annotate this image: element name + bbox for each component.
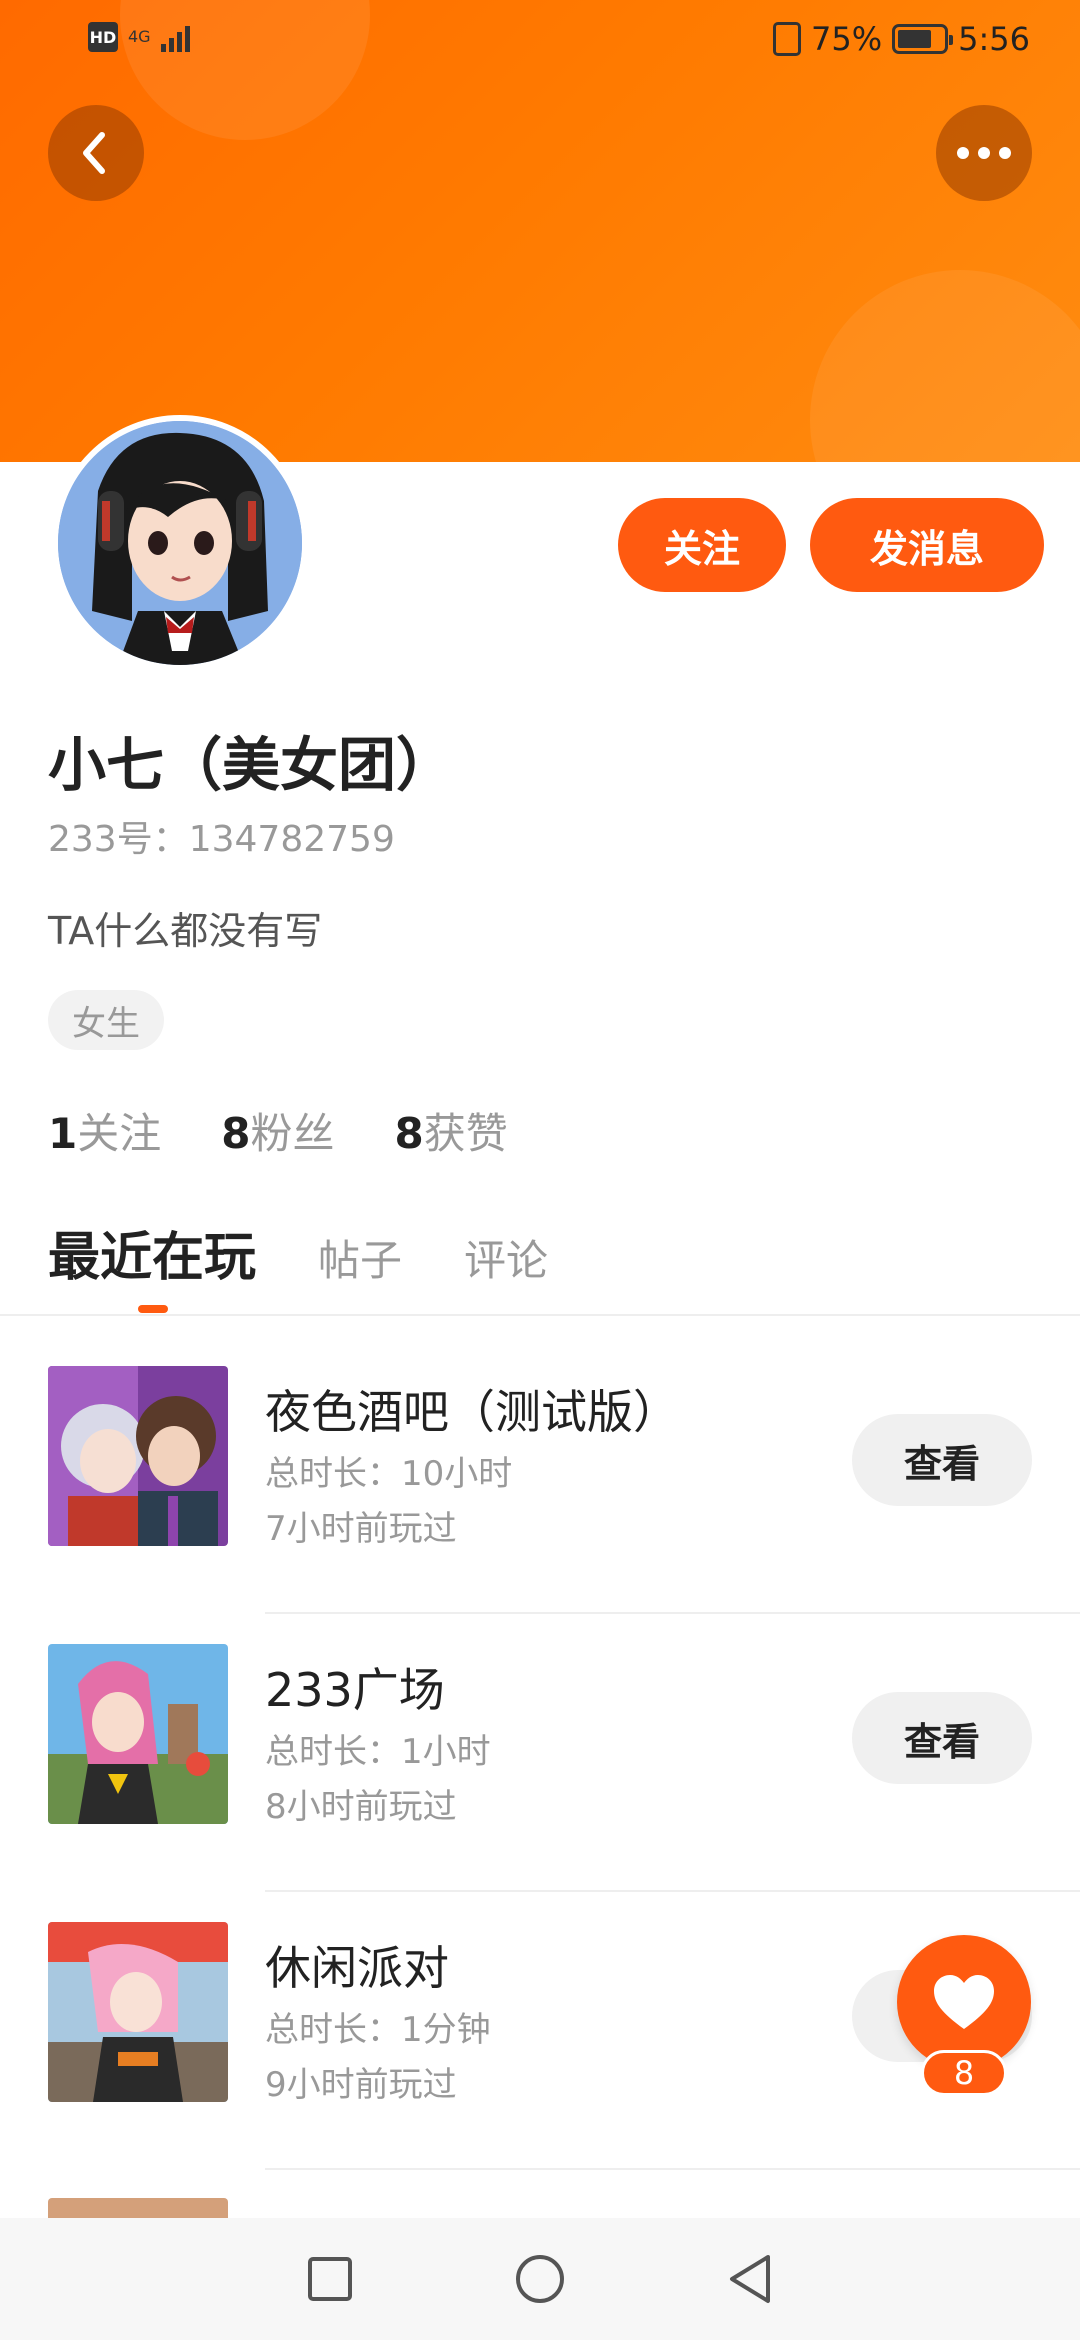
game-duration: 总时长：1小时 — [265, 1732, 491, 1772]
avatar-image — [58, 421, 302, 665]
game-duration: 总时长：10小时 — [265, 1454, 513, 1494]
nav-back-button[interactable] — [710, 2239, 790, 2319]
account-id: 233号：134782759 — [48, 819, 395, 860]
stat-following[interactable]: 1关注 — [48, 1100, 161, 1161]
stat-fans[interactable]: 8粉丝 — [221, 1100, 334, 1161]
status-bar: HD 4G 75% 5:56 — [0, 0, 1080, 80]
decorative-circle — [810, 270, 1080, 462]
game-title: 休闲派对 — [265, 1941, 449, 1995]
profile-name: 小七（美女团） — [48, 731, 455, 799]
battery-icon — [892, 24, 954, 54]
recent-apps-button[interactable] — [290, 2239, 370, 2319]
hd-icon: HD — [88, 22, 118, 52]
game-title: 233广场 — [265, 1663, 445, 1717]
list-item[interactable] — [0, 2170, 1080, 2218]
triangle-back-icon — [730, 2255, 770, 2303]
game-duration: 总时长：1分钟 — [265, 2010, 491, 2050]
system-nav-bar — [0, 2218, 1080, 2340]
follow-button[interactable]: 关注 — [618, 498, 786, 592]
game-thumbnail — [48, 1366, 228, 1546]
game-title: 夜色酒吧（测试版） — [265, 1385, 679, 1439]
tab-comments[interactable]: 评论 — [464, 1227, 548, 1288]
profile-stats: 1关注 8粉丝 8获赞 — [48, 1100, 508, 1161]
game-thumbnail — [48, 1644, 228, 1824]
divider — [0, 1314, 1080, 1316]
clock: 5:56 — [958, 20, 1030, 58]
home-button[interactable] — [500, 2239, 580, 2319]
chevron-left-icon — [83, 132, 105, 174]
like-count-badge: 8 — [921, 2050, 1007, 2096]
game-last-played: 7小时前玩过 — [265, 1509, 457, 1549]
profile-bio: TA什么都没有写 — [48, 909, 323, 953]
stat-value: 1 — [48, 1109, 78, 1158]
profile-tabs: 最近在玩 帖子 评论 — [48, 1215, 548, 1290]
signal-icon — [160, 22, 190, 52]
game-thumbnail — [48, 1922, 228, 2102]
view-button[interactable]: 查看 — [852, 1692, 1032, 1784]
stat-value: 8 — [394, 1109, 424, 1158]
game-thumbnail — [48, 2198, 228, 2218]
like-button[interactable] — [897, 1935, 1031, 2069]
stat-value: 8 — [221, 1109, 251, 1158]
tab-recently-played[interactable]: 最近在玩 — [48, 1215, 256, 1290]
circle-icon — [516, 2255, 564, 2303]
stat-likes[interactable]: 8获赞 — [395, 1100, 508, 1161]
vibrate-icon — [773, 22, 802, 56]
gender-tag: 女生 — [48, 990, 164, 1050]
list-item[interactable]: 233广场 总时长：1小时 8小时前玩过 查看 — [0, 1614, 1080, 1892]
profile-header-banner: HD 4G 75% 5:56 — [0, 0, 1080, 462]
stat-label: 粉丝 — [250, 1109, 335, 1158]
stat-label: 获赞 — [423, 1109, 508, 1158]
square-icon — [308, 2257, 352, 2301]
game-last-played: 8小时前玩过 — [265, 1787, 457, 1827]
view-button[interactable]: 查看 — [852, 1414, 1032, 1506]
list-item[interactable]: 夜色酒吧（测试版） 总时长：10小时 7小时前玩过 查看 — [0, 1336, 1080, 1614]
tab-posts[interactable]: 帖子 — [318, 1227, 402, 1288]
game-last-played: 9小时前玩过 — [265, 2065, 457, 2105]
more-button[interactable] — [936, 105, 1032, 201]
heart-icon — [934, 1975, 994, 2029]
avatar[interactable] — [52, 415, 308, 671]
more-dots-icon — [957, 147, 1011, 159]
active-tab-indicator — [138, 1305, 168, 1313]
send-message-button[interactable]: 发消息 — [810, 498, 1044, 592]
stat-label: 关注 — [77, 1109, 162, 1158]
battery-percent: 75% — [811, 20, 883, 58]
back-button[interactable] — [48, 105, 144, 201]
network-4g-label: 4G — [128, 27, 151, 46]
